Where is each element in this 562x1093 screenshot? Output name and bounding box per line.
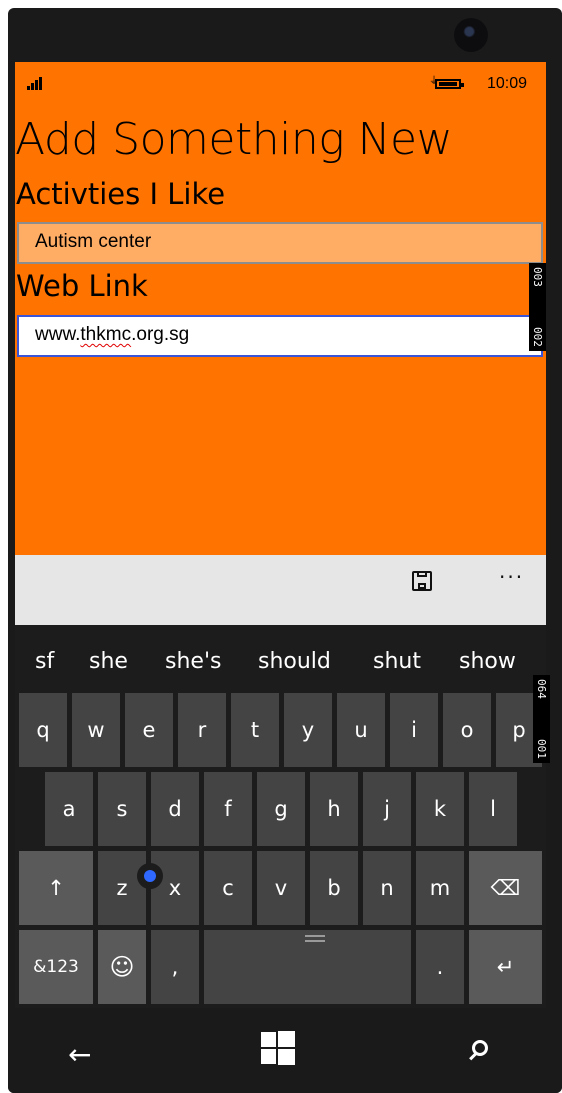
debug-counter-kb-a: 064: [535, 679, 548, 699]
front-camera: [454, 18, 488, 52]
key-h[interactable]: h: [310, 772, 358, 846]
weblink-value-suffix: .org.sg: [131, 324, 190, 345]
key-k[interactable]: k: [416, 772, 464, 846]
comma-key[interactable]: ,: [151, 930, 199, 1004]
suggestion-item[interactable]: show: [459, 649, 516, 674]
key-q[interactable]: q: [19, 693, 67, 767]
key-z[interactable]: z: [98, 851, 146, 925]
debug-counter-top-b: 002: [531, 327, 544, 347]
page-title: Add Something New: [15, 114, 453, 165]
key-m[interactable]: m: [416, 851, 464, 925]
app-bar: ···: [15, 555, 546, 625]
key-y[interactable]: y: [284, 693, 332, 767]
debug-counter-top-a: 003: [531, 267, 544, 287]
windows-logo-icon[interactable]: [261, 1031, 295, 1065]
key-j[interactable]: j: [363, 772, 411, 846]
weblink-value-prefix: www.: [35, 324, 81, 345]
weblink-label: Web Link: [16, 269, 148, 303]
on-screen-keyboard: sf she she's should shut show q w e r t …: [15, 625, 546, 1008]
key-r[interactable]: r: [178, 693, 226, 767]
more-button[interactable]: ···: [499, 565, 524, 589]
key-f[interactable]: f: [204, 772, 252, 846]
weblink-misspelled-word[interactable]: thkmc: [80, 324, 131, 345]
status-time: 10:09: [487, 75, 528, 92]
debug-counter-kb-b: 001: [535, 739, 548, 759]
signal-bars-icon: [27, 76, 47, 90]
key-o[interactable]: o: [443, 693, 491, 767]
suggestion-item[interactable]: she: [89, 649, 128, 674]
key-n[interactable]: n: [363, 851, 411, 925]
key-b[interactable]: b: [310, 851, 358, 925]
shift-key[interactable]: ↑: [19, 851, 93, 925]
suggestion-item[interactable]: should: [258, 649, 331, 674]
key-l[interactable]: l: [469, 772, 517, 846]
key-g[interactable]: g: [257, 772, 305, 846]
key-a[interactable]: a: [45, 772, 93, 846]
activities-input-value: Autism center: [35, 231, 152, 252]
enter-key[interactable]: ↵: [469, 930, 542, 1004]
save-icon[interactable]: [412, 571, 432, 591]
suggestion-item[interactable]: sf: [35, 649, 54, 674]
key-s[interactable]: s: [98, 772, 146, 846]
key-v[interactable]: v: [257, 851, 305, 925]
phone-frame: ⏚ 10:09 Add Something New Activties I Li…: [8, 8, 562, 1093]
back-icon[interactable]: ←: [68, 1038, 91, 1071]
emoji-key[interactable]: ☺: [98, 930, 146, 1004]
key-d[interactable]: d: [151, 772, 199, 846]
battery-charging-icon: [435, 79, 464, 89]
numbers-key[interactable]: &123: [19, 930, 93, 1004]
app-screen: ⏚ 10:09 Add Something New Activties I Li…: [15, 62, 546, 1008]
key-w[interactable]: w: [72, 693, 120, 767]
debug-counter-keyboard: 064 001: [533, 675, 550, 763]
backspace-key[interactable]: ⌫: [469, 851, 542, 925]
key-x[interactable]: x: [151, 851, 199, 925]
period-key[interactable]: .: [416, 930, 464, 1004]
weblink-input[interactable]: www.thkmc.org.sg: [17, 315, 543, 357]
key-i[interactable]: i: [390, 693, 438, 767]
activities-label: Activties I Like: [16, 177, 226, 211]
key-t[interactable]: t: [231, 693, 279, 767]
nav-bar: ←: [8, 1008, 562, 1093]
key-c[interactable]: c: [204, 851, 252, 925]
search-icon[interactable]: [472, 1040, 488, 1056]
debug-counter-top: 003 002: [529, 263, 546, 351]
key-e[interactable]: e: [125, 693, 173, 767]
text-cursor-handle[interactable]: [137, 863, 163, 889]
key-u[interactable]: u: [337, 693, 385, 767]
suggestion-item[interactable]: she's: [165, 649, 221, 674]
space-grip-icon: [305, 935, 325, 942]
activities-input[interactable]: Autism center: [17, 222, 543, 264]
suggestion-item[interactable]: shut: [373, 649, 421, 674]
